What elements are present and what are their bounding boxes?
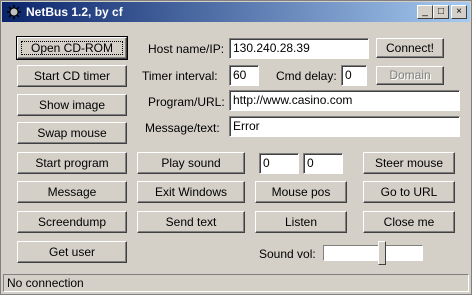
send-text-button[interactable]: Send text <box>137 211 245 233</box>
go-to-url-button[interactable]: Go to URL <box>363 181 455 203</box>
host-input[interactable]: 130.240.28.39 <box>229 38 369 59</box>
exit-windows-button[interactable]: Exit Windows <box>137 181 245 203</box>
sound-vol-slider-track[interactable] <box>323 245 423 261</box>
connect-button[interactable]: Connect! <box>376 38 444 58</box>
netbus-app-icon <box>7 5 21 19</box>
cmd-delay-label: Cmd delay: <box>276 69 337 83</box>
open-cdrom-button[interactable]: Open CD-ROM <box>16 36 128 60</box>
play-value-a-input[interactable]: 0 <box>259 153 299 174</box>
message-button[interactable]: Message <box>17 181 127 203</box>
sound-vol-slider-thumb[interactable] <box>378 241 386 265</box>
minimize-button[interactable]: _ <box>417 5 433 19</box>
screendump-button[interactable]: Screendump <box>17 211 127 233</box>
close-me-button[interactable]: Close me <box>363 211 455 233</box>
start-program-button[interactable]: Start program <box>17 152 127 174</box>
maximize-button[interactable]: □ <box>433 5 449 19</box>
cmd-delay-input[interactable]: 0 <box>341 65 367 86</box>
show-image-button[interactable]: Show image <box>17 94 127 116</box>
listen-button[interactable]: Listen <box>255 211 347 233</box>
host-label: Host name/IP: <box>148 42 225 56</box>
start-cd-timer-button[interactable]: Start CD timer <box>17 65 127 87</box>
program-url-label: Program/URL: <box>148 95 225 109</box>
swap-mouse-button[interactable]: Swap mouse <box>17 122 127 144</box>
program-url-input[interactable]: http://www.casino.com <box>229 90 460 111</box>
timer-interval-input[interactable]: 60 <box>229 65 259 86</box>
steer-mouse-button[interactable]: Steer mouse <box>363 152 455 174</box>
title-bar[interactable]: NetBus 1.2, by cf _ □ × <box>2 2 470 22</box>
main-window: NetBus 1.2, by cf _ □ × Open CD-ROM Star… <box>0 0 472 295</box>
window-title: NetBus 1.2, by cf <box>26 5 123 19</box>
message-text-label: Message/text: <box>145 121 220 135</box>
close-window-button[interactable]: × <box>451 5 467 19</box>
mouse-pos-button[interactable]: Mouse pos <box>255 181 347 203</box>
domain-button[interactable]: Domain <box>376 66 444 85</box>
play-value-b-input[interactable]: 0 <box>303 153 343 174</box>
play-sound-button[interactable]: Play sound <box>137 152 245 174</box>
sound-vol-label: Sound vol: <box>259 247 316 261</box>
get-user-button[interactable]: Get user <box>17 241 127 263</box>
status-bar: No connection <box>3 274 469 292</box>
timer-interval-label: Timer interval: <box>142 69 218 83</box>
message-text-input[interactable]: Error <box>229 116 460 137</box>
